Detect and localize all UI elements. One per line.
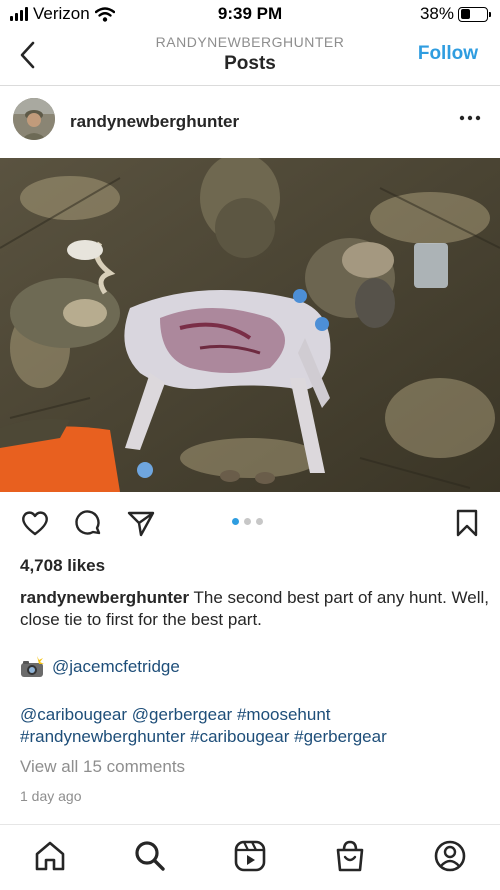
follow-button[interactable]: Follow bbox=[418, 43, 478, 65]
photo-credit: @jacemcfetridge bbox=[20, 656, 180, 678]
status-bar: Verizon 9:39 PM 38% bbox=[0, 0, 500, 28]
battery-percent: 38% bbox=[419, 4, 454, 23]
nav-header: RANDYNEWBERGHUNTER Posts Follow bbox=[0, 28, 500, 86]
share-icon[interactable] bbox=[126, 508, 156, 538]
heart-icon[interactable] bbox=[20, 508, 50, 538]
more-options-icon[interactable] bbox=[458, 112, 482, 124]
post-username[interactable]: randynewberghunter bbox=[70, 112, 239, 132]
carousel-dot bbox=[244, 518, 251, 525]
post-header: randynewberghunter bbox=[0, 86, 500, 158]
tag-link[interactable]: #randynewberghunter bbox=[20, 727, 185, 746]
search-icon[interactable] bbox=[133, 839, 167, 873]
caption-username[interactable]: randynewberghunter bbox=[20, 588, 189, 607]
post-photo[interactable] bbox=[0, 158, 500, 492]
avatar[interactable] bbox=[13, 98, 55, 140]
tag-link[interactable]: #gerbergear bbox=[294, 727, 387, 746]
hashtags: @caribougear @gerbergear #moosehunt #ran… bbox=[20, 704, 490, 748]
reels-icon[interactable] bbox=[233, 839, 267, 873]
tag-link[interactable]: @gerbergear bbox=[132, 705, 232, 724]
carousel-dot bbox=[232, 518, 239, 525]
tag-link[interactable]: #moosehunt bbox=[237, 705, 331, 724]
post-photo-image bbox=[0, 158, 500, 492]
home-icon[interactable] bbox=[33, 839, 67, 873]
battery-icon bbox=[458, 6, 491, 22]
tag-link[interactable]: #caribougear bbox=[190, 727, 289, 746]
comment-icon[interactable] bbox=[73, 508, 103, 538]
credit-handle[interactable]: @jacemcfetridge bbox=[52, 657, 180, 677]
post-timestamp: 1 day ago bbox=[20, 788, 82, 804]
profile-icon[interactable] bbox=[433, 839, 467, 873]
bottom-tab-bar bbox=[0, 824, 500, 890]
carousel-dot bbox=[256, 518, 263, 525]
bookmark-icon[interactable] bbox=[452, 508, 482, 538]
camera-flash-icon bbox=[21, 656, 44, 677]
carousel-dots bbox=[232, 518, 263, 525]
status-right: 38% bbox=[419, 4, 491, 24]
tag-link[interactable]: @caribougear bbox=[20, 705, 127, 724]
view-comments-link[interactable]: View all 15 comments bbox=[20, 757, 185, 777]
post-actions bbox=[0, 500, 500, 546]
shop-icon[interactable] bbox=[333, 839, 367, 873]
likes-count[interactable]: 4,708 likes bbox=[20, 556, 105, 576]
caption: randynewberghunter The second best part … bbox=[20, 587, 490, 631]
